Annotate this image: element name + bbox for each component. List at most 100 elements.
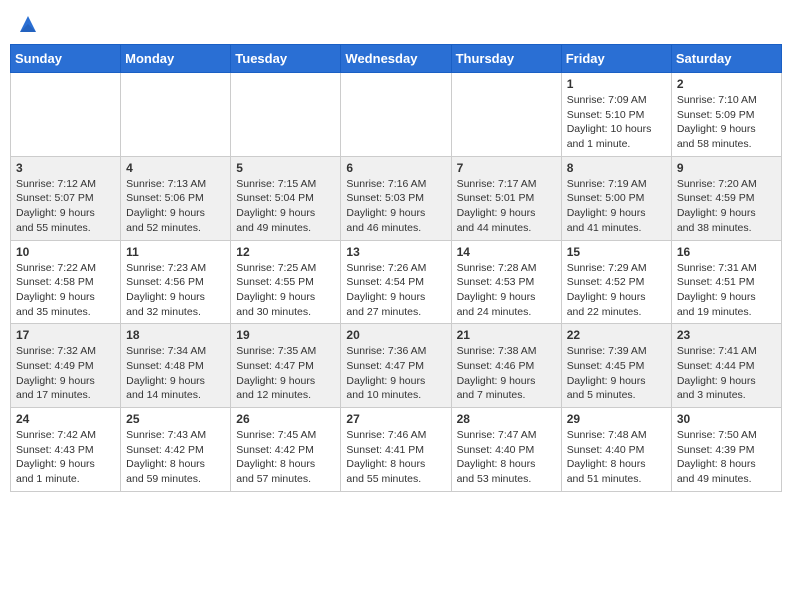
calendar-empty-cell <box>121 73 231 157</box>
calendar-header-saturday: Saturday <box>671 45 781 73</box>
day-number: 18 <box>126 328 225 342</box>
day-content: Sunrise: 7:09 AM Sunset: 5:10 PM Dayligh… <box>567 93 666 152</box>
day-number: 20 <box>346 328 445 342</box>
day-number: 30 <box>677 412 776 426</box>
calendar-day-19: 19 Sunrise: 7:35 AM Sunset: 4:47 PM Dayli… <box>231 324 341 408</box>
day-content: Sunrise: 7:46 AM Sunset: 4:41 PM Dayligh… <box>346 428 445 487</box>
calendar-header-row: SundayMondayTuesdayWednesdayThursdayFrid… <box>11 45 782 73</box>
day-number: 3 <box>16 161 115 175</box>
day-content: Sunrise: 7:15 AM Sunset: 5:04 PM Dayligh… <box>236 177 335 236</box>
day-content: Sunrise: 7:32 AM Sunset: 4:49 PM Dayligh… <box>16 344 115 403</box>
day-content: Sunrise: 7:17 AM Sunset: 5:01 PM Dayligh… <box>457 177 556 236</box>
day-content: Sunrise: 7:47 AM Sunset: 4:40 PM Dayligh… <box>457 428 556 487</box>
page-header <box>10 10 782 38</box>
logo-icon <box>18 14 38 34</box>
day-number: 11 <box>126 245 225 259</box>
day-number: 29 <box>567 412 666 426</box>
day-content: Sunrise: 7:34 AM Sunset: 4:48 PM Dayligh… <box>126 344 225 403</box>
calendar-day-29: 29Sunrise: 7:48 AM Sunset: 4:40 PM Dayli… <box>561 408 671 492</box>
day-number: 24 <box>16 412 115 426</box>
day-number: 16 <box>677 245 776 259</box>
calendar-day-30: 30 Sunrise: 7:50 AM Sunset: 4:39 PM Dayli… <box>671 408 781 492</box>
calendar-day-3: 3 Sunrise: 7:12 AM Sunset: 5:07 PM Daylig… <box>11 156 121 240</box>
day-number: 14 <box>457 245 556 259</box>
day-content: Sunrise: 7:10 AM Sunset: 5:09 PM Dayligh… <box>677 93 776 152</box>
day-number: 10 <box>16 245 115 259</box>
day-number: 12 <box>236 245 335 259</box>
calendar-day-25: 25 Sunrise: 7:43 AM Sunset: 4:42 PM Dayli… <box>121 408 231 492</box>
day-content: Sunrise: 7:20 AM Sunset: 4:59 PM Dayligh… <box>677 177 776 236</box>
calendar-day-10: 10Sunrise: 7:22 AM Sunset: 4:58 PM Dayli… <box>11 240 121 324</box>
day-content: Sunrise: 7:41 AM Sunset: 4:44 PM Dayligh… <box>677 344 776 403</box>
day-content: Sunrise: 7:43 AM Sunset: 4:42 PM Dayligh… <box>126 428 225 487</box>
calendar-day-6: 6 Sunrise: 7:16 AM Sunset: 5:03 PM Daylig… <box>341 156 451 240</box>
day-number: 28 <box>457 412 556 426</box>
calendar-day-22: 22 Sunrise: 7:39 AM Sunset: 4:45 PM Dayli… <box>561 324 671 408</box>
day-content: Sunrise: 7:31 AM Sunset: 4:51 PM Dayligh… <box>677 261 776 320</box>
day-number: 9 <box>677 161 776 175</box>
calendar-table: SundayMondayTuesdayWednesdayThursdayFrid… <box>10 44 782 492</box>
calendar-day-14: 14 Sunrise: 7:28 AM Sunset: 4:53 PM Dayli… <box>451 240 561 324</box>
calendar-header-wednesday: Wednesday <box>341 45 451 73</box>
day-content: Sunrise: 7:50 AM Sunset: 4:39 PM Dayligh… <box>677 428 776 487</box>
calendar-day-28: 28 Sunrise: 7:47 AM Sunset: 4:40 PM Dayli… <box>451 408 561 492</box>
day-content: Sunrise: 7:38 AM Sunset: 4:46 PM Dayligh… <box>457 344 556 403</box>
calendar-day-21: 21 Sunrise: 7:38 AM Sunset: 4:46 PM Dayli… <box>451 324 561 408</box>
day-number: 19 <box>236 328 335 342</box>
day-content: Sunrise: 7:25 AM Sunset: 4:55 PM Dayligh… <box>236 261 335 320</box>
calendar-week-row: 1 Sunrise: 7:09 AM Sunset: 5:10 PM Daylig… <box>11 73 782 157</box>
day-number: 25 <box>126 412 225 426</box>
day-content: Sunrise: 7:13 AM Sunset: 5:06 PM Dayligh… <box>126 177 225 236</box>
day-number: 13 <box>346 245 445 259</box>
day-number: 22 <box>567 328 666 342</box>
day-content: Sunrise: 7:29 AM Sunset: 4:52 PM Dayligh… <box>567 261 666 320</box>
calendar-day-4: 4Sunrise: 7:13 AM Sunset: 5:06 PM Daylig… <box>121 156 231 240</box>
calendar-day-1: 1 Sunrise: 7:09 AM Sunset: 5:10 PM Daylig… <box>561 73 671 157</box>
day-number: 7 <box>457 161 556 175</box>
day-number: 27 <box>346 412 445 426</box>
calendar-day-9: 9 Sunrise: 7:20 AM Sunset: 4:59 PM Daylig… <box>671 156 781 240</box>
calendar-week-row: 10Sunrise: 7:22 AM Sunset: 4:58 PM Dayli… <box>11 240 782 324</box>
day-content: Sunrise: 7:36 AM Sunset: 4:47 PM Dayligh… <box>346 344 445 403</box>
calendar-day-26: 26 Sunrise: 7:45 AM Sunset: 4:42 PM Dayli… <box>231 408 341 492</box>
day-number: 8 <box>567 161 666 175</box>
calendar-day-8: 8 Sunrise: 7:19 AM Sunset: 5:00 PM Daylig… <box>561 156 671 240</box>
calendar-day-24: 24 Sunrise: 7:42 AM Sunset: 4:43 PM Dayli… <box>11 408 121 492</box>
day-content: Sunrise: 7:45 AM Sunset: 4:42 PM Dayligh… <box>236 428 335 487</box>
calendar-week-row: 3 Sunrise: 7:12 AM Sunset: 5:07 PM Daylig… <box>11 156 782 240</box>
calendar-header-monday: Monday <box>121 45 231 73</box>
calendar-day-5: 5Sunrise: 7:15 AM Sunset: 5:04 PM Daylig… <box>231 156 341 240</box>
day-content: Sunrise: 7:35 AM Sunset: 4:47 PM Dayligh… <box>236 344 335 403</box>
calendar-day-16: 16 Sunrise: 7:31 AM Sunset: 4:51 PM Dayli… <box>671 240 781 324</box>
calendar-day-12: 12 Sunrise: 7:25 AM Sunset: 4:55 PM Dayli… <box>231 240 341 324</box>
calendar-day-18: 18 Sunrise: 7:34 AM Sunset: 4:48 PM Dayli… <box>121 324 231 408</box>
calendar-empty-cell <box>341 73 451 157</box>
calendar-day-2: 2 Sunrise: 7:10 AM Sunset: 5:09 PM Daylig… <box>671 73 781 157</box>
calendar-day-7: 7 Sunrise: 7:17 AM Sunset: 5:01 PM Daylig… <box>451 156 561 240</box>
day-content: Sunrise: 7:23 AM Sunset: 4:56 PM Dayligh… <box>126 261 225 320</box>
day-number: 2 <box>677 77 776 91</box>
day-content: Sunrise: 7:16 AM Sunset: 5:03 PM Dayligh… <box>346 177 445 236</box>
day-number: 6 <box>346 161 445 175</box>
calendar-empty-cell <box>451 73 561 157</box>
calendar-week-row: 17Sunrise: 7:32 AM Sunset: 4:49 PM Dayli… <box>11 324 782 408</box>
calendar-day-13: 13Sunrise: 7:26 AM Sunset: 4:54 PM Dayli… <box>341 240 451 324</box>
day-content: Sunrise: 7:39 AM Sunset: 4:45 PM Dayligh… <box>567 344 666 403</box>
calendar-day-15: 15Sunrise: 7:29 AM Sunset: 4:52 PM Dayli… <box>561 240 671 324</box>
calendar-day-20: 20 Sunrise: 7:36 AM Sunset: 4:47 PM Dayli… <box>341 324 451 408</box>
day-content: Sunrise: 7:19 AM Sunset: 5:00 PM Dayligh… <box>567 177 666 236</box>
day-number: 21 <box>457 328 556 342</box>
calendar-empty-cell <box>231 73 341 157</box>
day-content: Sunrise: 7:12 AM Sunset: 5:07 PM Dayligh… <box>16 177 115 236</box>
calendar-header-tuesday: Tuesday <box>231 45 341 73</box>
calendar-day-11: 11 Sunrise: 7:23 AM Sunset: 4:56 PM Dayli… <box>121 240 231 324</box>
calendar-day-17: 17Sunrise: 7:32 AM Sunset: 4:49 PM Dayli… <box>11 324 121 408</box>
calendar-empty-cell <box>11 73 121 157</box>
day-content: Sunrise: 7:42 AM Sunset: 4:43 PM Dayligh… <box>16 428 115 487</box>
day-number: 23 <box>677 328 776 342</box>
day-number: 1 <box>567 77 666 91</box>
day-content: Sunrise: 7:28 AM Sunset: 4:53 PM Dayligh… <box>457 261 556 320</box>
calendar-header-friday: Friday <box>561 45 671 73</box>
day-number: 26 <box>236 412 335 426</box>
calendar-day-23: 23 Sunrise: 7:41 AM Sunset: 4:44 PM Dayli… <box>671 324 781 408</box>
